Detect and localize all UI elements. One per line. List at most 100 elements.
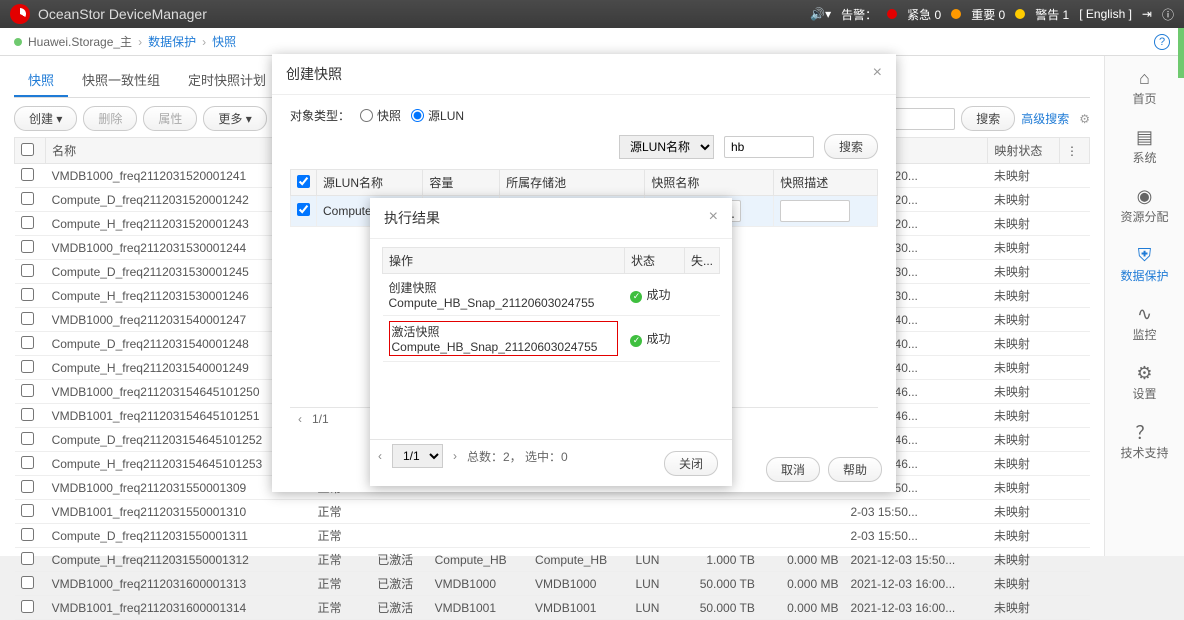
tab-snapshot[interactable]: 快照 <box>14 64 68 97</box>
m2-col-op[interactable]: 操作 <box>383 248 625 274</box>
row-checkbox[interactable] <box>21 192 34 205</box>
page-help-icon[interactable]: ? <box>1154 34 1170 50</box>
row-checkbox[interactable] <box>21 600 34 613</box>
next-page-icon[interactable]: › <box>453 449 457 463</box>
success-icon: ✓ <box>630 335 642 347</box>
huawei-logo-icon <box>10 4 30 24</box>
warn-count[interactable]: 警告 1 <box>1035 6 1069 23</box>
bc-root[interactable]: Huawei.Storage_主 <box>28 33 132 50</box>
row-checkbox[interactable] <box>21 432 34 445</box>
row-checkbox[interactable] <box>21 456 34 469</box>
more-button[interactable]: 更多 ▾ <box>203 106 266 131</box>
table-row[interactable]: VMDB1001_freq2112031550001310正常 2-03 15:… <box>15 500 1090 524</box>
table-row[interactable]: Compute_D_freq2112031550001311正常 2-03 15… <box>15 524 1090 548</box>
row-checkbox[interactable] <box>21 168 34 181</box>
snapdesc-input[interactable] <box>780 200 850 222</box>
m1-col-desc[interactable]: 快照描述 <box>774 170 878 196</box>
m1-col-pool[interactable]: 所属存储池 <box>500 170 645 196</box>
success-icon: ✓ <box>630 291 642 303</box>
table-row[interactable]: 激活快照 Compute_HB_Snap_21120603024755✓成功 <box>383 316 720 362</box>
row-checkbox[interactable] <box>21 312 34 325</box>
col-menu-icon[interactable]: ⋮ <box>1060 138 1090 164</box>
bc-page[interactable]: 快照 <box>212 33 236 50</box>
major-icon <box>951 9 961 19</box>
nav-settings[interactable]: ⚙设置 <box>1132 361 1156 402</box>
help-icon[interactable]: ⓘ <box>1162 6 1174 23</box>
row-checkbox[interactable] <box>21 264 34 277</box>
row-checkbox[interactable] <box>21 336 34 349</box>
m1-pager: 1/1 <box>312 412 329 426</box>
prop-button[interactable]: 属性 <box>143 106 197 131</box>
nav-resource[interactable]: ◉资源分配 <box>1120 184 1168 225</box>
table-row[interactable]: Compute_H_freq2112031550001312正常已激活Compu… <box>15 548 1090 572</box>
logout-icon[interactable]: ⇥ <box>1142 7 1152 21</box>
row-checkbox[interactable] <box>21 216 34 229</box>
shield-icon: ⛨ <box>1132 243 1156 267</box>
modal-search-button[interactable]: 搜索 <box>824 134 878 159</box>
table-row[interactable]: VMDB1000_freq2112031600001313正常已激活VMDB10… <box>15 572 1090 596</box>
app-header: OceanStor DeviceManager 🔊▾ 告警： 紧急 0 重要 0… <box>0 0 1184 28</box>
row-checkbox[interactable] <box>21 240 34 253</box>
search-button[interactable]: 搜索 <box>961 106 1015 131</box>
row-checkbox[interactable] <box>21 384 34 397</box>
row-checkbox[interactable] <box>21 504 34 517</box>
filter-field[interactable]: 源LUN名称 <box>619 135 714 159</box>
close-button[interactable]: 关闭 <box>664 451 718 476</box>
radio-snapshot[interactable]: 快照 <box>360 107 401 124</box>
m1-col-name[interactable]: 源LUN名称 <box>317 170 423 196</box>
nav-home[interactable]: ⌂首页 <box>1132 66 1156 107</box>
result-table: 操作 状态 失... 创建快照 Compute_HB_Snap_21120603… <box>382 247 720 362</box>
row-checkbox[interactable] <box>21 552 34 565</box>
resource-icon: ◉ <box>1132 184 1156 208</box>
table-row[interactable]: 创建快照 Compute_HB_Snap_21120603024755✓成功 <box>383 274 720 316</box>
row-checkbox[interactable] <box>21 408 34 421</box>
row-checkbox[interactable] <box>21 528 34 541</box>
result-modal: 执行结果 × 操作 状态 失... 创建快照 Compute_HB_Snap_2… <box>370 198 732 486</box>
bc-section[interactable]: 数据保护 <box>148 33 196 50</box>
row-checkbox[interactable] <box>21 360 34 373</box>
radio-srclun[interactable]: 源LUN <box>411 107 464 124</box>
col-map[interactable]: 映射状态 <box>988 138 1060 164</box>
gear-icon: ⚙ <box>1132 361 1156 385</box>
result-stats: 总数：2， 选中：0 <box>467 448 568 465</box>
lang-switch[interactable]: [ English ] <box>1079 7 1132 21</box>
close-icon[interactable]: × <box>873 64 882 84</box>
nav-monitor[interactable]: ∿监控 <box>1132 302 1156 343</box>
m2-col-fail[interactable]: 失... <box>684 248 719 274</box>
nav-protect[interactable]: ⛨数据保护 <box>1120 243 1168 284</box>
row-checkbox[interactable] <box>21 576 34 589</box>
obj-type-label: 对象类型： <box>290 107 350 124</box>
nav-support[interactable]: ？技术支持 <box>1120 420 1168 461</box>
major-count[interactable]: 重要 0 <box>971 6 1005 23</box>
cancel-button[interactable]: 取消 <box>766 457 820 482</box>
tab-schedule[interactable]: 定时快照计划 <box>174 64 280 97</box>
status-dot-icon <box>14 38 22 46</box>
row-checkbox[interactable] <box>21 288 34 301</box>
speaker-icon[interactable]: 🔊▾ <box>810 7 831 21</box>
modal2-title: 执行结果 <box>384 208 440 228</box>
gear-icon[interactable]: ⚙ <box>1079 112 1090 126</box>
filter-value[interactable] <box>724 136 814 158</box>
urgent-count[interactable]: 紧急 0 <box>907 6 941 23</box>
m2-col-status[interactable]: 状态 <box>624 248 684 274</box>
srclun-select-all[interactable] <box>297 175 310 188</box>
row-checkbox[interactable] <box>297 203 310 216</box>
adv-search-link[interactable]: 高级搜索 <box>1021 110 1069 127</box>
help-button[interactable]: 帮助 <box>828 457 882 482</box>
table-row[interactable]: VMDB1001_freq2112031600001314正常已激活VMDB10… <box>15 596 1090 620</box>
nav-system[interactable]: ▤系统 <box>1132 125 1156 166</box>
nav-indicator <box>1178 28 1184 78</box>
delete-button[interactable]: 删除 <box>83 106 137 131</box>
m1-col-snap[interactable]: 快照名称 <box>645 170 774 196</box>
prev-page-icon[interactable]: ‹ <box>378 449 382 463</box>
tab-cg[interactable]: 快照一致性组 <box>68 64 174 97</box>
close-icon[interactable]: × <box>709 208 718 228</box>
warn-icon <box>1015 9 1025 19</box>
highlighted-row: 激活快照 Compute_HB_Snap_21120603024755 <box>389 321 619 356</box>
m1-col-cap[interactable]: 容量 <box>423 170 500 196</box>
select-all[interactable] <box>21 143 34 156</box>
urgent-icon <box>887 9 897 19</box>
row-checkbox[interactable] <box>21 480 34 493</box>
create-button[interactable]: 创建 ▾ <box>14 106 77 131</box>
page-select[interactable]: 1/1 <box>392 444 443 468</box>
